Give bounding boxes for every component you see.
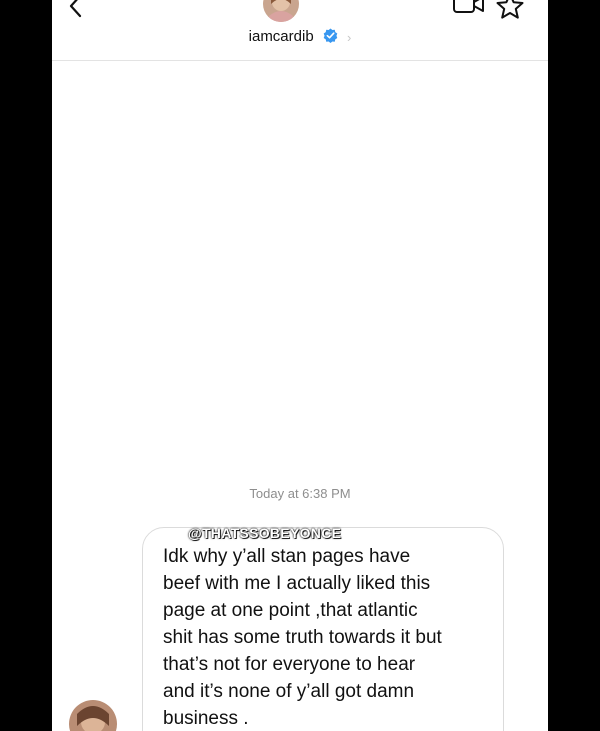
watermark-label: @THATSSOBEYONCE	[188, 525, 342, 541]
profile-avatar[interactable]	[263, 0, 299, 22]
thread-header: iamcardib ›	[52, 0, 548, 61]
verified-badge-icon	[323, 28, 338, 43]
video-call-icon	[453, 0, 484, 13]
message-text: Idk why y’all stan pages have beef with …	[163, 546, 442, 729]
thread-username[interactable]: iamcardib	[249, 28, 314, 45]
video-call-button[interactable]	[452, 0, 486, 20]
dm-thread-screen: iamcardib › Today at 6:38 PM @THATSSOBEY…	[52, 0, 548, 731]
sender-avatar[interactable]	[69, 700, 117, 731]
favorite-button[interactable]	[495, 0, 525, 20]
message-bubble[interactable]: @THATSSOBEYONCE Idk why y’all stan pages…	[142, 525, 504, 731]
username-row[interactable]: iamcardib ›	[52, 27, 548, 45]
chevron-right-icon: ›	[347, 30, 352, 45]
message-timestamp: Today at 6:38 PM	[249, 486, 351, 501]
back-button[interactable]	[62, 0, 90, 20]
star-icon	[496, 0, 524, 19]
chevron-left-icon	[69, 0, 82, 18]
